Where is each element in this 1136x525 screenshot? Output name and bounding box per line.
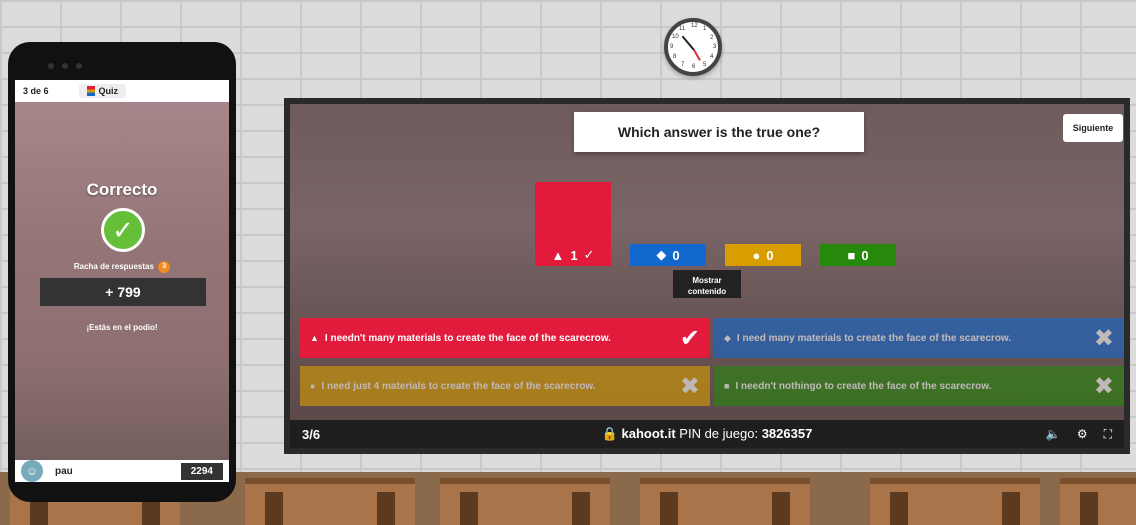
desk: [440, 478, 610, 525]
pin-number: 3826357: [761, 426, 813, 441]
clock-number: 7: [681, 62, 685, 68]
answer-text: I need just 4 materials to create the fa…: [321, 380, 596, 392]
clock-number: 8: [673, 54, 677, 60]
clock-number: 11: [679, 26, 686, 32]
bar-count: 0: [766, 247, 774, 263]
desk: [870, 478, 1040, 525]
show-content-button[interactable]: Mostrar contenido: [673, 270, 741, 298]
next-button[interactable]: Siguiente: [1063, 114, 1123, 142]
answer-text: I needn't nothingo to create the face of…: [735, 380, 992, 392]
cross-icon: ✖: [1093, 324, 1114, 352]
avatar: ☺: [21, 460, 43, 482]
clock-number: 4: [710, 54, 714, 60]
check-icon: ✔: [679, 324, 700, 352]
phone-screen: 3 de 6 Quiz Correcto ✓ Racha de respuest…: [15, 80, 229, 482]
player-bar: ☺ pau 2294: [15, 460, 229, 482]
answer-text: I needn't many materials to create the f…: [324, 332, 611, 344]
answer-option-blue[interactable]: ◆ I need many materials to create the fa…: [714, 318, 1124, 358]
bar-label: ■ 0: [820, 244, 896, 266]
clock-number: 5: [703, 62, 707, 68]
clock-number: 6: [692, 64, 696, 70]
question-progress: 3 de 6: [23, 86, 49, 96]
pin-label: PIN de juego:: [679, 426, 759, 441]
podium-message: ¡Estás en el podio!: [86, 323, 158, 332]
phone-header: 3 de 6 Quiz: [15, 80, 229, 102]
answer-streak: Racha de respuestas 3: [15, 261, 229, 273]
quiz-tag: Quiz: [78, 84, 127, 98]
answer-option-yellow[interactable]: ● I need just 4 materials to create the …: [300, 366, 710, 406]
player-score: 2294: [180, 462, 223, 480]
triangle-icon: ▲: [310, 333, 319, 343]
answer-count-bar-red: ▲ 1 ✓: [535, 182, 611, 266]
streak-label: Racha de respuestas: [73, 262, 154, 272]
result-title: Correcto: [86, 180, 158, 199]
points-earned: + 799: [40, 278, 206, 306]
clock-number: 3: [713, 44, 717, 50]
clock-number: 9: [670, 44, 674, 50]
answer-count-bar-green: ■ 0: [820, 182, 896, 266]
game-pin: 🔒 kahoot.it PIN de juego: 3826357: [290, 426, 1124, 442]
answer-option-red[interactable]: ▲ I needn't many materials to create the…: [300, 318, 710, 358]
answer-option-green[interactable]: ■ I needn't nothingo to create the face …: [714, 366, 1124, 406]
bar-count: 1: [570, 247, 578, 263]
check-icon: ✓: [583, 247, 595, 262]
desk: [640, 478, 810, 525]
answer-count-bar-yellow: ● 0: [725, 182, 801, 266]
clock-number: 2: [710, 35, 714, 41]
circle-icon: ●: [310, 381, 316, 391]
clock-minute-hand: [693, 49, 701, 61]
square-icon: ■: [724, 381, 730, 391]
pin-site: kahoot.it: [621, 426, 676, 441]
quiz-label: Quiz: [98, 86, 119, 96]
clock-number: 10: [672, 34, 679, 40]
clock-number: 12: [691, 23, 698, 29]
desk: [245, 478, 415, 525]
diamond-icon: ◆: [724, 332, 731, 343]
question-text: Which answer is the true one?: [574, 112, 864, 152]
player-name: pau: [55, 465, 73, 477]
streak-badge: 3: [158, 261, 171, 273]
answer-count-bar-blue: ◆ 0: [630, 182, 706, 266]
lock-icon: 🔒: [601, 426, 618, 441]
player-phone: 3 de 6 Quiz Correcto ✓ Racha de respuest…: [8, 42, 236, 502]
correct-check-icon: ✓: [101, 208, 145, 252]
triangle-icon: ▲: [551, 247, 565, 263]
clock-hour-hand: [681, 35, 695, 51]
bar-count: 0: [861, 247, 869, 263]
cross-icon: ✖: [1093, 372, 1114, 400]
phone-camera: [48, 56, 198, 69]
bar-label: ◆ 0: [630, 244, 706, 266]
game-screen: Which answer is the true one? Siguiente …: [284, 98, 1130, 454]
quiz-icon: [86, 86, 95, 96]
circle-icon: ●: [752, 247, 761, 263]
game-footer: 3/6 🔒 kahoot.it PIN de juego: 3826357 🔈 …: [290, 420, 1124, 448]
bar-count: 0: [672, 247, 680, 263]
clock-number: 1: [703, 26, 707, 32]
desk: [1060, 478, 1136, 525]
diamond-icon: ◆: [656, 247, 667, 262]
cross-icon: ✖: [679, 372, 700, 400]
bar-fill: [535, 182, 611, 244]
wall-clock: 12 1 2 3 4 5 6 7 8 9 10 11: [664, 18, 722, 76]
answer-text: I need many materials to create the face…: [736, 332, 1012, 344]
square-icon: ■: [847, 247, 856, 263]
bar-label: ▲ 1 ✓: [535, 244, 611, 266]
bar-label: ● 0: [725, 244, 801, 266]
